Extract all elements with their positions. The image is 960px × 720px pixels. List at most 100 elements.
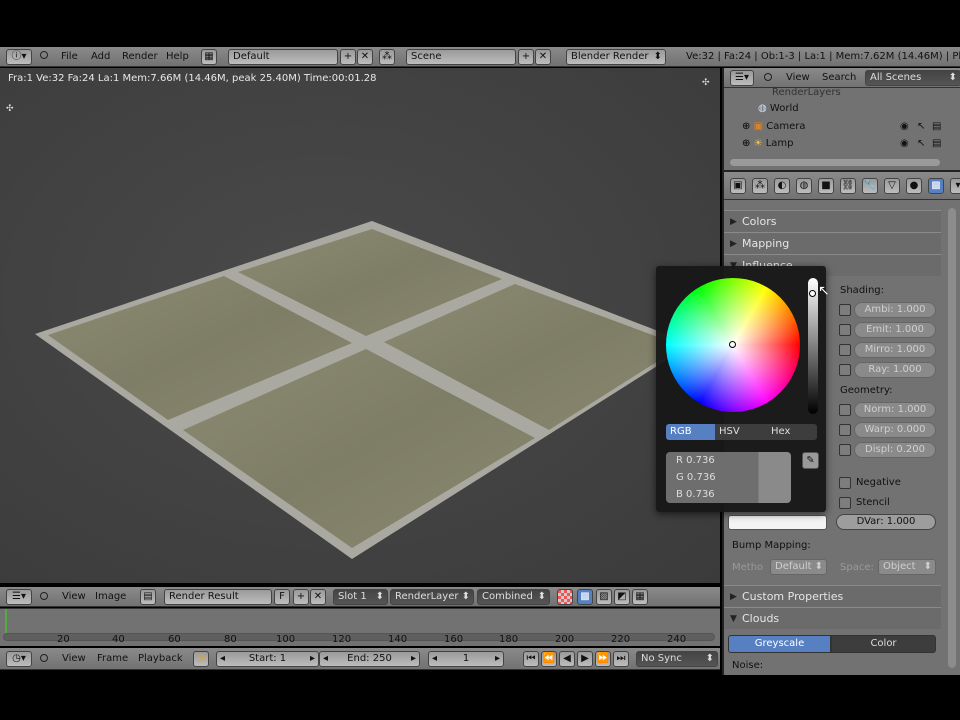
render-camera-icon[interactable]: ▤ [932,138,941,149]
eyedropper-icon[interactable]: ✎ [802,452,819,469]
current-frame-line[interactable] [5,609,7,633]
menu-render[interactable]: Render [122,47,158,67]
right-arrow-icon[interactable]: ▸ [495,652,500,666]
custom-properties-panel-header[interactable]: ▶ Custom Properties [724,585,941,607]
data-context-icon[interactable]: ▽ [884,178,900,194]
start-frame-field[interactable]: ◂ Start: 1 ▸ [216,651,319,667]
info-editor-type-icon[interactable]: ⓘ▾ [6,49,32,65]
collapse-menu-icon[interactable] [40,51,48,59]
color-mode-rgb-tab[interactable]: RGB [666,424,715,440]
menu-file[interactable]: File [61,47,78,67]
outliner-hscrollbar[interactable] [730,159,940,166]
draw-channels-icon[interactable]: ▦ [632,589,648,605]
end-frame-field[interactable]: ◂ End: 250 ▸ [319,651,420,667]
scene-icon[interactable]: ⁂ [379,49,395,65]
ambient-slider[interactable]: Ambi: 1.000 [854,302,936,318]
left-arrow-icon[interactable]: ◂ [432,652,437,666]
add-layout-icon[interactable]: + [340,49,356,65]
stencil-checkbox[interactable] [839,497,851,509]
jump-start-icon[interactable]: ⏮ [523,651,539,667]
image-editor-type-icon[interactable]: ☰▾ [6,589,32,605]
render-camera-icon[interactable]: ▤ [932,121,941,132]
3d-viewport[interactable]: Fra:1 Ve:32 Fa:24 La:1 Mem:7.66M (14.46M… [0,68,720,583]
left-arrow-icon[interactable]: ◂ [220,652,225,666]
left-arrow-icon[interactable]: ◂ [323,652,328,666]
timeline-view-menu[interactable]: View [62,649,86,669]
ray-toggle[interactable] [839,364,851,376]
visibility-eye-icon[interactable]: ◉ [900,138,909,149]
draw-image-alpha-icon[interactable]: ▨ [596,589,612,605]
color-mode-hsv-tab[interactable]: HSV [715,424,767,440]
warp-slider[interactable]: Warp: 0.000 [854,422,936,438]
draw-zbuffer-icon[interactable]: ◩ [614,589,630,605]
value-slider-cursor[interactable] [809,290,816,297]
draw-image-color-alpha-icon[interactable] [557,589,573,605]
play-icon[interactable]: ▶ [577,651,593,667]
remove-scene-icon[interactable]: ✕ [535,49,551,65]
outliner-view-menu[interactable]: View [786,68,810,88]
constraints-context-icon[interactable]: ⛓ [840,178,856,194]
texture-context-icon[interactable]: ▩ [928,178,944,194]
bump-method-dropdown[interactable]: Default ⬍ [770,559,827,575]
play-reverse-icon[interactable]: ◀ [559,651,575,667]
outliner-item-renderlayers[interactable]: RenderLayers [772,87,841,98]
world-context-icon[interactable]: ◍ [796,178,812,194]
scene-context-icon[interactable]: ◐ [774,178,790,194]
select-arrow-icon[interactable]: ↖ [917,121,925,132]
image-image-menu[interactable]: Image [95,587,126,607]
renderlayer-dropdown[interactable]: RenderLayer ⬍ [390,589,474,605]
clouds-greyscale-button[interactable]: Greyscale [728,635,831,653]
emit-slider[interactable]: Emit: 1.000 [854,322,936,338]
green-channel-slider[interactable]: G 0.736 [666,469,791,486]
image-browse-icon[interactable]: ▤ [140,589,156,605]
timeline-frame-menu[interactable]: Frame [97,649,128,669]
renderlayers-context-icon[interactable]: ⁂ [752,178,768,194]
outliner-item-lamp[interactable]: ⊕ ☀ Lamp [742,138,794,149]
add-scene-icon[interactable]: + [518,49,534,65]
collapse-icon[interactable] [40,592,48,600]
mirror-slider[interactable]: Mirro: 1.000 [854,342,936,358]
unlink-image-icon[interactable]: ✕ [310,589,326,605]
slot-dropdown[interactable]: Slot 1 ⬍ [333,589,388,605]
sync-mode-dropdown[interactable]: No Sync ⬍ [636,651,718,667]
displace-toggle[interactable] [839,444,851,456]
color-mode-hex-tab[interactable]: Hex [767,424,817,440]
visibility-eye-icon[interactable]: ◉ [900,121,909,132]
jump-end-icon[interactable]: ⏭ [613,651,629,667]
expand-icon[interactable]: ⊕ [742,138,750,149]
menu-help[interactable]: Help [166,47,189,67]
remove-layout-icon[interactable]: ✕ [357,49,373,65]
expand-icon[interactable]: ⊕ [742,121,750,132]
properties-vscrollbar[interactable] [948,208,956,668]
timeline-scrollbar[interactable] [3,633,715,641]
image-view-menu[interactable]: View [62,587,86,607]
outliner-filter-dropdown[interactable]: All Scenes ⬍ [865,70,960,86]
clouds-color-button[interactable]: Color [831,635,936,653]
current-frame-field[interactable]: ◂ 1 ▸ [428,651,504,667]
red-channel-slider[interactable]: R 0.736 [666,452,791,469]
collapse-icon[interactable] [40,654,48,662]
warp-toggle[interactable] [839,424,851,436]
right-arrow-icon[interactable]: ▸ [310,652,315,666]
bump-space-dropdown[interactable]: Object ⬍ [878,559,936,575]
image-name-field[interactable]: Render Result [164,589,272,605]
right-arrow-icon[interactable]: ▸ [411,652,416,666]
render-context-icon[interactable]: ▣ [730,178,746,194]
ray-slider[interactable]: Ray: 1.000 [854,362,936,378]
object-context-icon[interactable]: ■ [818,178,834,194]
timeline-editor-type-icon[interactable]: ◷▾ [6,651,32,667]
new-image-icon[interactable]: + [293,589,309,605]
mirror-toggle[interactable] [839,344,851,356]
ambient-toggle[interactable] [839,304,851,316]
material-context-icon[interactable]: ● [906,178,922,194]
influence-color-swatch[interactable] [728,515,827,530]
outliner-item-world[interactable]: ◍ World [758,103,799,114]
jump-prev-keyframe-icon[interactable]: ⏪ [541,651,557,667]
collapse-icon[interactable] [764,73,772,81]
normal-toggle[interactable] [839,404,851,416]
displace-slider[interactable]: Displ: 0.200 [854,442,936,458]
screen-layout-icon[interactable]: ▦ [201,49,217,65]
scene-field[interactable]: Scene [406,49,516,65]
blue-channel-slider[interactable]: B 0.736 [666,486,791,503]
timeline-playback-menu[interactable]: Playback [138,649,183,669]
